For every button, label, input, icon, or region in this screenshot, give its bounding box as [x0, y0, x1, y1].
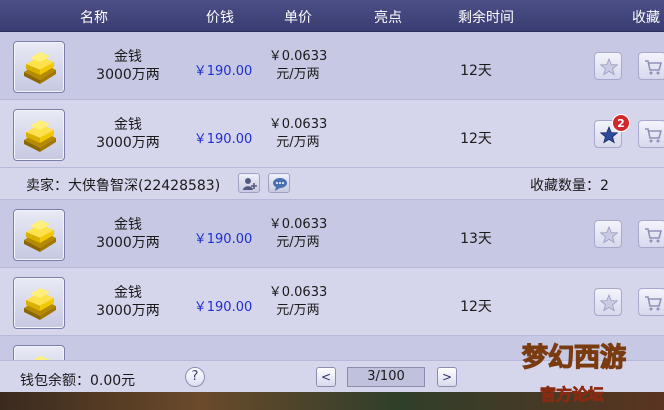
- unit-price-suffix: 元/万两: [276, 303, 320, 318]
- header-remaining: 剩余时间: [458, 10, 514, 26]
- cart-icon: [645, 60, 662, 75]
- item-name-text: 金钱: [114, 217, 142, 233]
- seller-name: 卖家：大侠鲁智深(22428583): [26, 178, 221, 194]
- wallet-balance: 钱包余额：0.00元: [20, 373, 136, 389]
- item-amount: 3000万两: [96, 303, 160, 319]
- favorite-button[interactable]: [594, 288, 622, 316]
- item-remaining: 13天: [460, 231, 492, 247]
- listing-row[interactable]: 金钱 3000万两 ￥190.00 ￥0.0633 元/万两 12天: [0, 268, 664, 336]
- header-favorite: 收藏: [632, 10, 660, 26]
- item-price: ￥190.00: [193, 300, 253, 315]
- item-unit-price: ￥0.0633 元/万两: [260, 284, 336, 320]
- next-page-button[interactable]: >: [437, 367, 457, 387]
- item-unit-price: ￥0.0633 元/万两: [260, 216, 336, 252]
- gold-ingot-icon[interactable]: [13, 209, 65, 261]
- gold-ingot-icon[interactable]: [13, 41, 65, 93]
- item-name: 金钱 3000万两: [90, 284, 166, 320]
- favorite-count: 收藏数量：2: [530, 178, 609, 194]
- table-header: 名称 价钱 单价 亮点 剩余时间 收藏: [0, 0, 664, 32]
- svg-text:官方论坛: 官方论坛: [540, 385, 604, 404]
- gold-ingot-icon[interactable]: [13, 277, 65, 329]
- cart-icon: [645, 128, 662, 143]
- item-price: ￥190.00: [193, 64, 253, 79]
- page-indicator[interactable]: 3/100: [347, 367, 425, 387]
- unit-price-value: ￥0.0633: [268, 217, 328, 232]
- item-unit-price: ￥0.0633 元/万两: [260, 116, 336, 152]
- item-name: 金钱 3000万两: [90, 116, 166, 152]
- listing-row[interactable]: 金钱 3000万两 ￥190.00 ￥0.0633 元/万两 12天: [0, 32, 664, 100]
- item-unit-price: ￥0.0633 元/万两: [260, 48, 336, 84]
- game-logo: 梦幻西游 官方论坛: [518, 330, 664, 410]
- header-name: 名称: [80, 10, 108, 26]
- item-remaining: 12天: [460, 131, 492, 147]
- svg-text:梦幻西游: 梦幻西游: [522, 343, 626, 373]
- item-price: ￥190.00: [193, 232, 253, 247]
- favorite-button[interactable]: [594, 220, 622, 248]
- unit-price-suffix: 元/万两: [276, 67, 320, 82]
- unit-price-value: ￥0.0633: [268, 285, 328, 300]
- listing-row[interactable]: 金钱 3000万两 ￥190.00 ￥0.0633 元/万两 13天: [0, 200, 664, 268]
- header-unit-price: 单价: [284, 10, 312, 26]
- item-remaining: 12天: [460, 299, 492, 315]
- add-friend-button[interactable]: [238, 173, 260, 193]
- gold-ingot-icon[interactable]: [13, 345, 65, 360]
- star-icon: [600, 58, 618, 76]
- prev-page-button[interactable]: <: [316, 367, 336, 387]
- favorite-count-badge: 2: [612, 114, 630, 132]
- chat-button[interactable]: [268, 173, 290, 193]
- add-friend-icon: [243, 178, 257, 190]
- listing-list: 金钱 3000万两 ￥190.00 ￥0.0633 元/万两 12天 金钱 30…: [0, 32, 664, 360]
- item-name: 金钱 3000万两: [90, 48, 166, 84]
- item-amount: 3000万两: [96, 135, 160, 151]
- buy-button[interactable]: [638, 220, 664, 248]
- item-name-text: 金钱: [114, 49, 142, 65]
- buy-button[interactable]: [638, 288, 664, 316]
- item-amount: 3000万两: [96, 235, 160, 251]
- gold-ingot-icon[interactable]: [13, 109, 65, 161]
- buy-button[interactable]: [638, 120, 664, 148]
- item-name: 金钱 3000万两: [90, 216, 166, 252]
- item-name-text: 金钱: [114, 117, 142, 133]
- seller-info-bar: 卖家：大侠鲁智深(22428583) 收藏数量：2: [0, 168, 664, 200]
- buy-button[interactable]: [638, 52, 664, 80]
- star-icon: [600, 226, 618, 244]
- listing-row[interactable]: 金钱 3000万两 ￥190.00 ￥0.0633 元/万两 12天 2: [0, 100, 664, 168]
- item-amount: 3000万两: [96, 67, 160, 83]
- item-price: ￥190.00: [193, 132, 253, 147]
- favorite-button[interactable]: [594, 52, 622, 80]
- help-button[interactable]: ?: [185, 367, 205, 387]
- unit-price-value: ￥0.0633: [268, 117, 328, 132]
- chat-icon: [273, 178, 287, 191]
- header-highlight: 亮点: [374, 10, 402, 26]
- unit-price-suffix: 元/万两: [276, 235, 320, 250]
- unit-price-suffix: 元/万两: [276, 135, 320, 150]
- cart-icon: [645, 296, 662, 311]
- item-name-text: 金钱: [114, 285, 142, 301]
- unit-price-value: ￥0.0633: [268, 49, 328, 64]
- star-icon: [600, 294, 618, 312]
- cart-icon: [645, 228, 662, 243]
- item-remaining: 12天: [460, 63, 492, 79]
- header-price: 价钱: [206, 10, 234, 26]
